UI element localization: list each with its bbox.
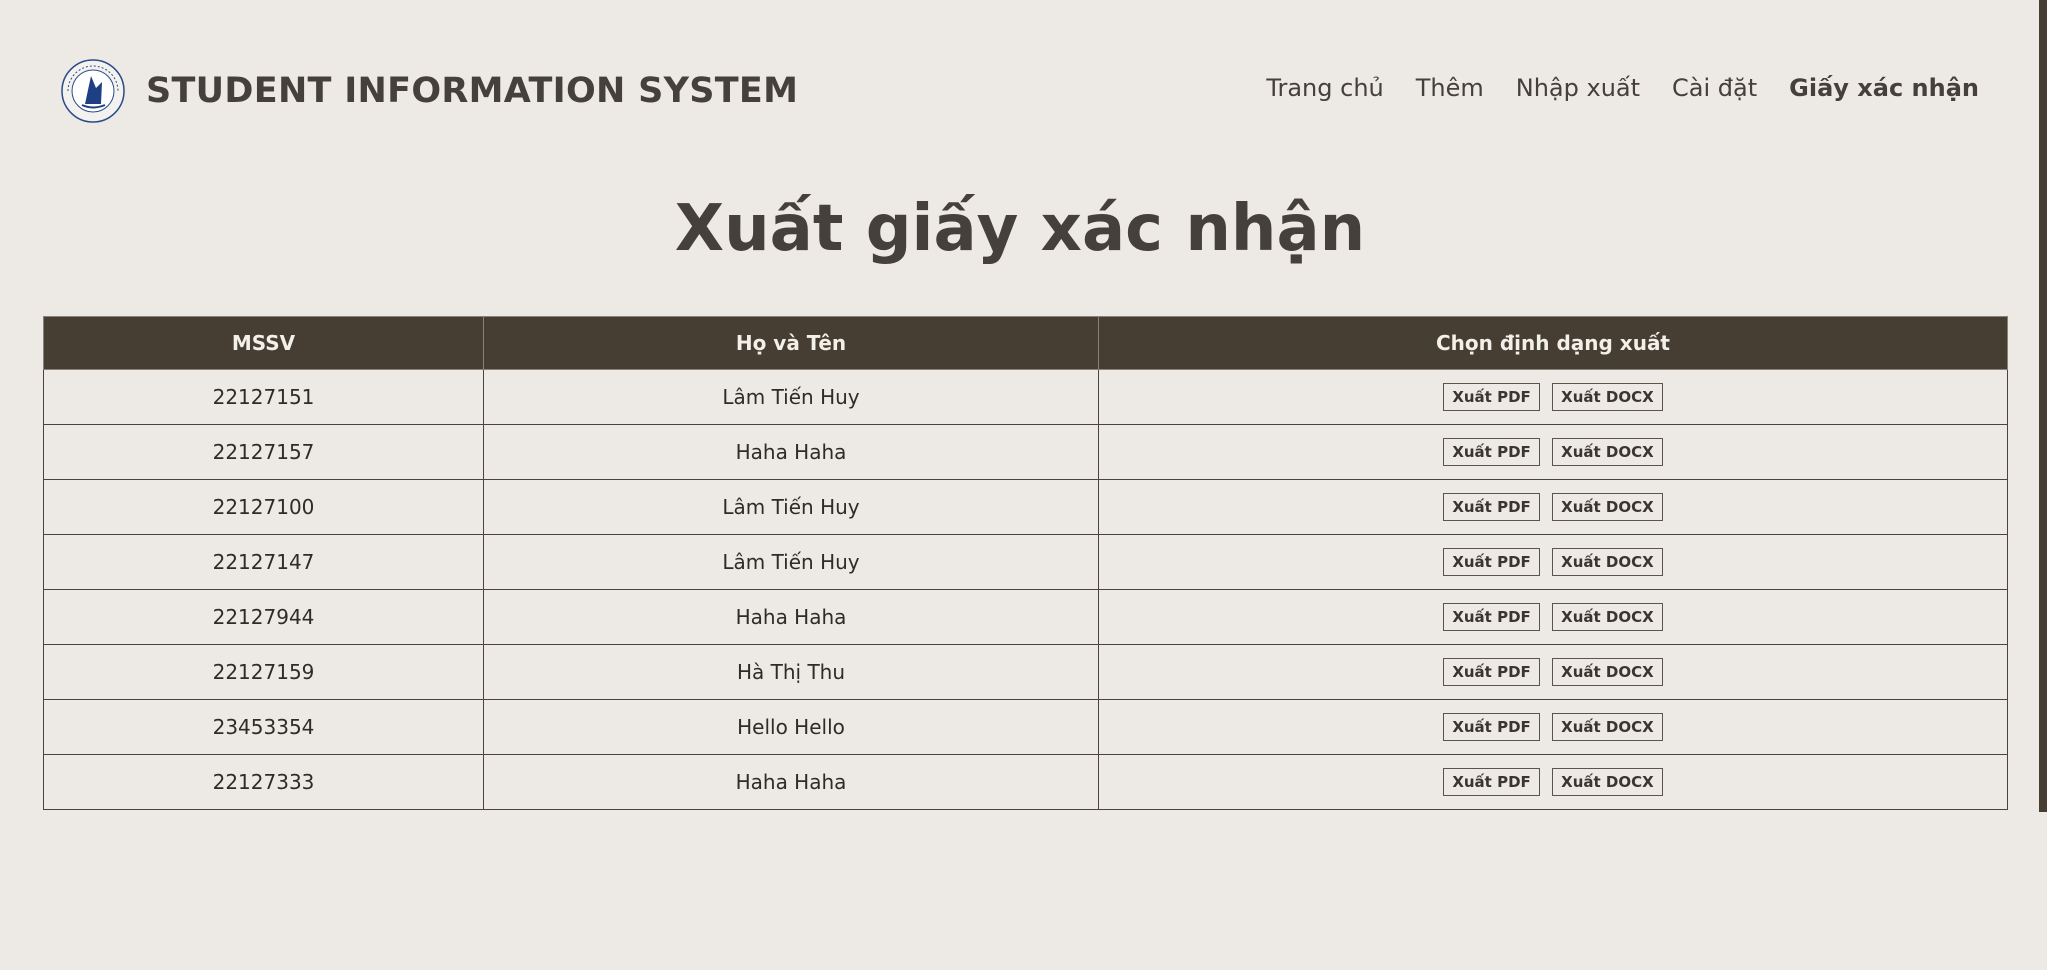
export-pdf-button[interactable]: Xuất PDF [1443, 548, 1540, 576]
nav-item-add[interactable]: Thêm [1416, 74, 1484, 102]
cell-name: Lâm Tiến Huy [483, 479, 1099, 535]
nav-item-import-export[interactable]: Nhập xuất [1516, 74, 1640, 102]
cell-mssv: 22127147 [43, 534, 484, 590]
students-table-container: MSSV Họ và Tên Chọn định dạng xuất 22127… [43, 316, 2008, 810]
table-row: 23453354 Hello Hello Xuất PDF Xuất DOCX [43, 699, 2008, 755]
cell-mssv: 23453354 [43, 699, 484, 755]
cell-mssv: 22127333 [43, 754, 484, 810]
cell-mssv: 22127100 [43, 479, 484, 535]
university-seal-icon [58, 58, 128, 124]
cell-actions: Xuất PDF Xuất DOCX [1098, 754, 2008, 810]
cell-name: Haha Haha [483, 424, 1099, 480]
export-docx-button[interactable]: Xuất DOCX [1552, 603, 1663, 631]
export-docx-button[interactable]: Xuất DOCX [1552, 713, 1663, 741]
vertical-scrollbar[interactable] [2039, 0, 2047, 812]
cell-actions: Xuất PDF Xuất DOCX [1098, 534, 2008, 590]
export-pdf-button[interactable]: Xuất PDF [1443, 603, 1540, 631]
cell-actions: Xuất PDF Xuất DOCX [1098, 369, 2008, 425]
nav-item-home[interactable]: Trang chủ [1266, 74, 1383, 102]
cell-name: Hà Thị Thu [483, 644, 1099, 700]
cell-mssv: 22127157 [43, 424, 484, 480]
cell-name: Lâm Tiến Huy [483, 369, 1099, 425]
students-table: MSSV Họ và Tên Chọn định dạng xuất 22127… [43, 316, 2008, 810]
table-row: 22127147 Lâm Tiến Huy Xuất PDF Xuất DOCX [43, 534, 2008, 590]
export-pdf-button[interactable]: Xuất PDF [1443, 658, 1540, 686]
export-docx-button[interactable]: Xuất DOCX [1552, 438, 1663, 466]
export-docx-button[interactable]: Xuất DOCX [1552, 548, 1663, 576]
table-row: 22127944 Haha Haha Xuất PDF Xuất DOCX [43, 589, 2008, 645]
table-header-row: MSSV Họ và Tên Chọn định dạng xuất [43, 316, 2008, 370]
export-pdf-button[interactable]: Xuất PDF [1443, 493, 1540, 521]
export-pdf-button[interactable]: Xuất PDF [1443, 768, 1540, 796]
cell-actions: Xuất PDF Xuất DOCX [1098, 424, 2008, 480]
header: STUDENT INFORMATION SYSTEM Trang chủ Thê… [0, 0, 2047, 185]
cell-name: Haha Haha [483, 589, 1099, 645]
table-row: 22127157 Haha Haha Xuất PDF Xuất DOCX [43, 424, 2008, 480]
table-row: 22127159 Hà Thị Thu Xuất PDF Xuất DOCX [43, 644, 2008, 700]
table-row: 22127151 Lâm Tiến Huy Xuất PDF Xuất DOCX [43, 369, 2008, 425]
cell-actions: Xuất PDF Xuất DOCX [1098, 479, 2008, 535]
header-export-format: Chọn định dạng xuất [1098, 316, 2008, 370]
page-title: Xuất giấy xác nhận [674, 192, 1366, 266]
brand-title: STUDENT INFORMATION SYSTEM [146, 71, 799, 111]
cell-mssv: 22127159 [43, 644, 484, 700]
brand[interactable]: STUDENT INFORMATION SYSTEM [58, 58, 798, 124]
header-mssv: MSSV [43, 316, 484, 370]
cell-actions: Xuất PDF Xuất DOCX [1098, 589, 2008, 645]
cell-actions: Xuất PDF Xuất DOCX [1098, 699, 2008, 755]
table-row: 22127100 Lâm Tiến Huy Xuất PDF Xuất DOCX [43, 479, 2008, 535]
export-docx-button[interactable]: Xuất DOCX [1552, 493, 1663, 521]
header-name: Họ và Tên [483, 316, 1099, 370]
export-docx-button[interactable]: Xuất DOCX [1552, 383, 1663, 411]
cell-actions: Xuất PDF Xuất DOCX [1098, 644, 2008, 700]
table-row: 22127333 Haha Haha Xuất PDF Xuất DOCX [43, 754, 2008, 810]
cell-name: Haha Haha [483, 754, 1099, 810]
export-docx-button[interactable]: Xuất DOCX [1552, 768, 1663, 796]
nav-item-settings[interactable]: Cài đặt [1672, 74, 1757, 102]
nav-item-confirmation[interactable]: Giấy xác nhận [1789, 74, 1979, 102]
export-pdf-button[interactable]: Xuất PDF [1443, 438, 1540, 466]
cell-mssv: 22127944 [43, 589, 484, 645]
cell-name: Hello Hello [483, 699, 1099, 755]
export-pdf-button[interactable]: Xuất PDF [1443, 383, 1540, 411]
export-pdf-button[interactable]: Xuất PDF [1443, 713, 1540, 741]
page: STUDENT INFORMATION SYSTEM Trang chủ Thê… [0, 0, 2047, 970]
cell-name: Lâm Tiến Huy [483, 534, 1099, 590]
main-nav: Trang chủ Thêm Nhập xuất Cài đặt Giấy xá… [1234, 74, 1979, 102]
cell-mssv: 22127151 [43, 369, 484, 425]
export-docx-button[interactable]: Xuất DOCX [1552, 658, 1663, 686]
table-body: 22127151 Lâm Tiến Huy Xuất PDF Xuất DOCX… [43, 369, 2008, 810]
